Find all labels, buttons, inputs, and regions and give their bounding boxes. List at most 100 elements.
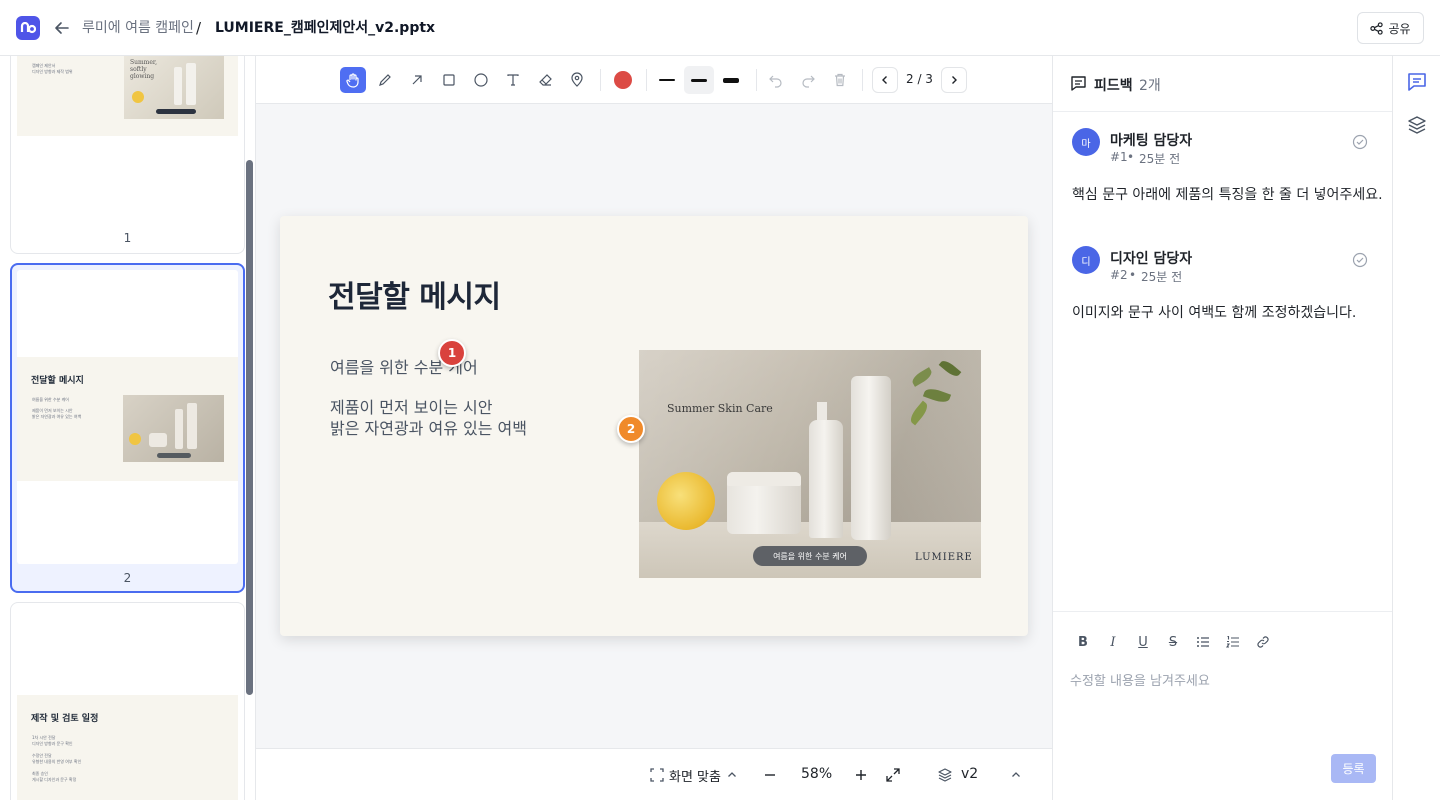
thumb-2-number: 2	[123, 571, 132, 585]
hand-icon	[346, 73, 359, 88]
slide-canvas[interactable]: 전달할 메시지 여름을 위한 수분 케어 제품이 먼저 보이는 시안 밝은 자연…	[256, 104, 1052, 748]
thumb-3-line-6: 게시할 디자인과 문구 확정	[32, 777, 77, 782]
rectangle-tool-button[interactable]	[436, 67, 462, 93]
pin-tool-button[interactable]	[564, 67, 590, 93]
comment-time: 25분 전	[1141, 270, 1183, 284]
slide-title: 전달할 메시지	[328, 280, 501, 315]
hand-tool-button[interactable]	[340, 67, 366, 93]
fit-screen-icon[interactable]	[650, 768, 664, 782]
previous-page-button[interactable]	[872, 67, 898, 93]
version-chevron-up-icon[interactable]	[1010, 769, 1022, 785]
version-selector[interactable]: v2	[961, 766, 978, 782]
resolve-check-icon[interactable]	[1352, 252, 1368, 268]
app-logo[interactable]	[16, 16, 40, 40]
slide-body-line-1: 제품이 먼저 보이는 시안	[330, 398, 493, 417]
thumbnail-scrollbar[interactable]	[246, 160, 253, 695]
eraser-icon	[539, 74, 552, 86]
slide-thumbnail-3[interactable]: 제작 및 검토 일정 1차 시안 전달 디자인 방향과 문구 확인 수정안 전달…	[10, 602, 245, 800]
thumb-2-title: 전달할 메시지	[31, 376, 84, 386]
feedback-title: 피드백	[1094, 78, 1133, 94]
link-icon[interactable]	[1253, 632, 1273, 652]
comment-body: 이미지와 문구 사이 여백도 함께 조정하겠습니다.	[1072, 305, 1357, 321]
stroke-thin-button[interactable]	[652, 66, 682, 94]
italic-icon[interactable]: I	[1103, 632, 1123, 652]
resolve-check-icon[interactable]	[1352, 134, 1368, 150]
share-label: 공유	[1388, 21, 1411, 36]
feedback-panel: 피드백 2개 마 마케팅 담당자 #1 • 25분 전 핵심 문구 아래에 제품…	[1052, 56, 1393, 800]
layers-tab-icon[interactable]	[1407, 115, 1427, 139]
delete-button[interactable]	[827, 67, 853, 93]
avatar: 디	[1072, 246, 1100, 274]
thumb-3-line-4: 유형한 내용의 반영 여부 확인	[32, 759, 82, 764]
stroke-thick-button[interactable]	[716, 66, 746, 94]
chevron-up-icon[interactable]	[726, 769, 738, 785]
numbered-list-icon[interactable]	[1223, 632, 1243, 652]
comment-input[interactable]: 수정할 내용을 남겨주세요	[1070, 670, 1210, 689]
toolbar-divider	[600, 69, 601, 91]
toolbar-divider	[756, 69, 757, 91]
current-slide[interactable]: 전달할 메시지 여름을 위한 수분 케어 제품이 먼저 보이는 시안 밝은 자연…	[280, 216, 1028, 636]
pen-tool-button[interactable]	[372, 67, 398, 93]
share-icon	[1370, 21, 1384, 35]
thumb-3-title: 제작 및 검토 일정	[31, 714, 99, 724]
toolbar-divider	[862, 69, 863, 91]
thumb-1-line-2: 디자인 방향과 제작 범위	[32, 69, 73, 74]
breadcrumb-file-name: LUMIERE_캠페인제안서_v2.pptx	[215, 20, 436, 36]
feedback-header: 피드백 2개	[1053, 56, 1393, 112]
canvas-bottom-bar: 화면 맞춤 58% v2	[256, 748, 1052, 800]
submit-button[interactable]: 등록	[1331, 754, 1376, 783]
strikethrough-icon[interactable]: S	[1163, 632, 1183, 652]
feedback-tab-icon[interactable]	[1407, 72, 1427, 96]
right-icon-rail	[1392, 56, 1440, 800]
pencil-icon	[379, 74, 391, 86]
slide-body-line-2: 밝은 자연광과 여유 있는 여백	[330, 419, 527, 438]
eraser-tool-button[interactable]	[532, 67, 558, 93]
product-image: Summer Skin Care 여름을 위한 수분 케어 LUMIERE	[639, 350, 981, 578]
zoom-in-button[interactable]	[855, 769, 867, 785]
comment-pin-2[interactable]: 2	[617, 415, 645, 443]
arrow-tool-button[interactable]	[404, 67, 430, 93]
fit-screen-button[interactable]: 화면 맞춤	[669, 766, 721, 785]
back-arrow-icon[interactable]	[52, 18, 72, 38]
image-badge: 여름을 위한 수분 케어	[753, 546, 867, 566]
comment-id: #2	[1110, 268, 1128, 282]
map-pin-icon	[571, 72, 583, 87]
stroke-medium-button[interactable]	[684, 66, 714, 94]
text-tool-button[interactable]	[500, 67, 526, 93]
next-page-button[interactable]	[941, 67, 967, 93]
meta-dot: •	[1127, 150, 1135, 164]
meta-dot: •	[1129, 268, 1137, 282]
slide-body-text: 제품이 먼저 보이는 시안 밝은 자연광과 여유 있는 여백	[330, 397, 527, 439]
layers-icon[interactable]	[937, 767, 953, 787]
thumb-1-image-text: Summer, softly glowing	[130, 59, 158, 80]
arrow-icon	[412, 75, 422, 85]
comment-editor: B I U S 수정할 내용을 남겨주세요 등록	[1053, 611, 1393, 800]
slide-thumbnail-2[interactable]: 전달할 메시지 여름을 위한 수분 케어 제품이 먼저 보이는 시안 밝은 자연…	[10, 263, 245, 593]
undo-icon	[769, 75, 782, 88]
zoom-out-button[interactable]	[764, 769, 776, 785]
breadcrumb-project[interactable]: 루미에 여름 캠페인	[82, 18, 194, 38]
zoom-level: 58%	[801, 766, 833, 782]
comment-pin-1[interactable]: 1	[438, 339, 466, 367]
trash-icon	[835, 73, 845, 87]
color-picker-button[interactable]	[614, 71, 632, 89]
redo-button[interactable]	[795, 67, 821, 93]
top-header: 루미에 여름 캠페인 / LUMIERE_캠페인제안서_v2.pptx 공유	[0, 0, 1440, 56]
thumb-2-line-3: 밝은 자연광과 여유 있는 여백	[32, 414, 82, 419]
underline-icon[interactable]: U	[1133, 632, 1153, 652]
share-button[interactable]: 공유	[1357, 12, 1424, 44]
slide-thumbnail-1[interactable]: 캠페인 제안서 디자인 방향과 제작 범위 Summer, softly glo…	[10, 56, 245, 254]
text-icon	[507, 74, 519, 86]
comment-time: 25분 전	[1139, 152, 1181, 166]
rectangle-icon	[443, 74, 455, 86]
page-indicator: 2 / 3	[906, 72, 933, 86]
image-caption: Summer Skin Care	[667, 402, 773, 415]
bold-icon[interactable]: B	[1073, 632, 1093, 652]
undo-button[interactable]	[763, 67, 789, 93]
ellipse-tool-button[interactable]	[468, 67, 494, 93]
feedback-icon	[1070, 75, 1087, 96]
plus-icon	[856, 770, 866, 780]
chevron-right-icon	[952, 76, 957, 84]
fullscreen-button[interactable]	[886, 768, 900, 786]
bullet-list-icon[interactable]	[1193, 632, 1213, 652]
